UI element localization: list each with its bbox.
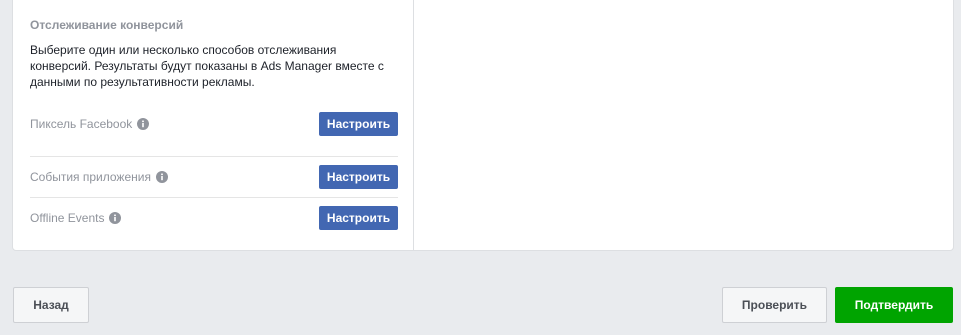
info-icon[interactable] — [109, 212, 122, 224]
back-button[interactable]: Назад — [13, 287, 89, 323]
row-facebook-pixel: Пиксель Facebook Настроить — [30, 112, 398, 136]
offline-events-setup-button[interactable]: Настроить — [319, 206, 398, 230]
panel-divider — [413, 0, 414, 250]
row-app-events: События приложения Настроить — [30, 165, 398, 189]
row-divider — [30, 197, 398, 198]
row-offline-events: Offline Events Настроить — [30, 206, 398, 230]
row-divider — [30, 156, 398, 157]
app-events-setup-button[interactable]: Настроить — [319, 165, 398, 189]
section-description: Выберите один или несколько способов отс… — [30, 43, 384, 89]
row-label-container: События приложения — [30, 170, 168, 184]
section-title: Отслеживание конверсий — [30, 18, 184, 32]
info-icon[interactable] — [155, 171, 168, 183]
review-button[interactable]: Проверить — [722, 287, 827, 323]
app-events-label: События приложения — [30, 170, 151, 184]
row-label-container: Пиксель Facebook — [30, 117, 150, 131]
facebook-pixel-setup-button[interactable]: Настроить — [319, 112, 398, 136]
info-icon[interactable] — [137, 118, 150, 130]
offline-events-label: Offline Events — [30, 211, 105, 225]
facebook-pixel-label: Пиксель Facebook — [30, 117, 133, 131]
row-label-container: Offline Events — [30, 211, 122, 225]
conversion-tracking-card: Отслеживание конверсий Выберите один или… — [12, 0, 954, 251]
confirm-button[interactable]: Подтвердить — [835, 287, 953, 323]
